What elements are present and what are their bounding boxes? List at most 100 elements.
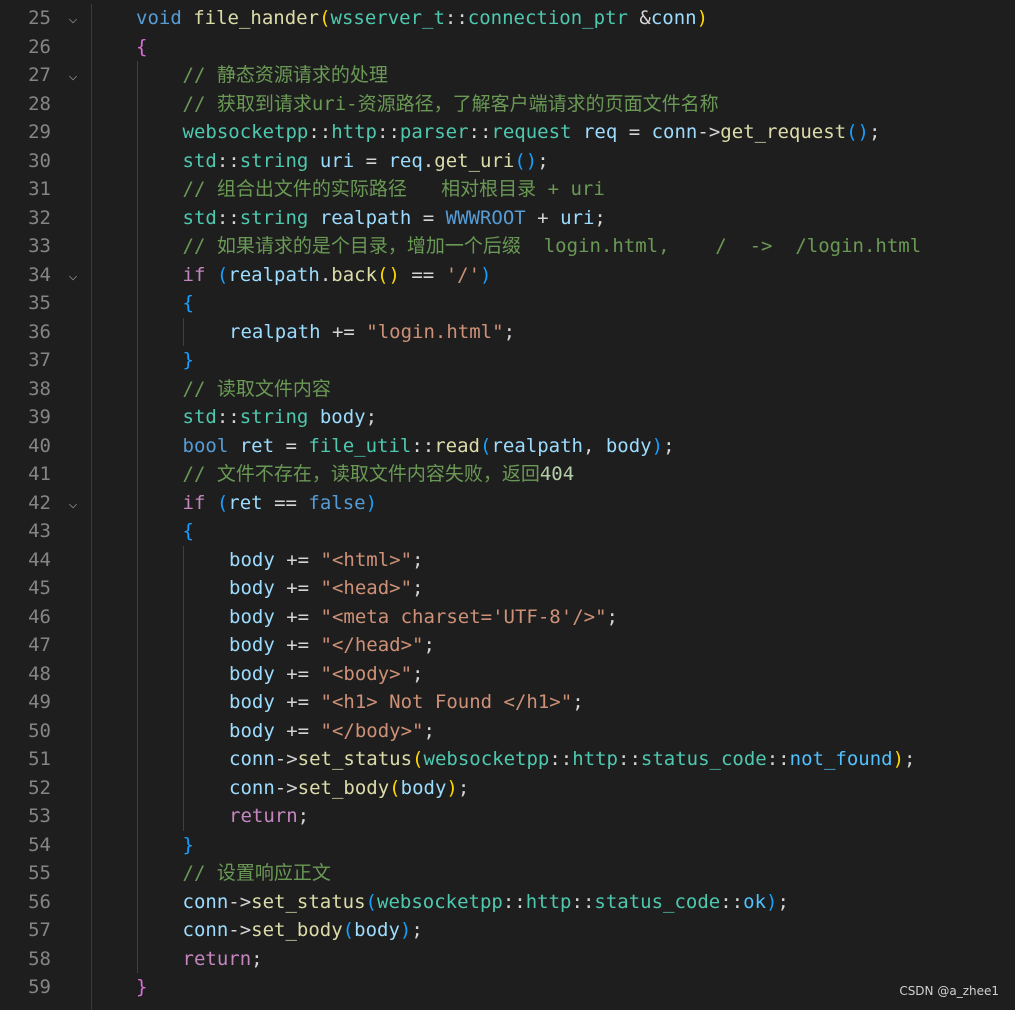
code-line[interactable]: 50 body += "</body>";	[0, 717, 1015, 746]
code-line[interactable]: 57 conn->set_body(body);	[0, 916, 1015, 945]
code-text[interactable]: // 读取文件内容	[183, 375, 331, 404]
code-token: conn	[650, 7, 697, 29]
code-text[interactable]: body += "<body>";	[229, 660, 424, 689]
code-line[interactable]: 48 body += "<body>";	[0, 660, 1015, 689]
code-text[interactable]: // 文件不存在，读取文件内容失败，返回404	[183, 460, 575, 489]
code-text[interactable]: body += "<meta charset='UTF-8'/>";	[229, 603, 618, 632]
code-line[interactable]: 46 body += "<meta charset='UTF-8'/>";	[0, 603, 1015, 632]
code-token: )	[365, 491, 378, 514]
code-line[interactable]: 44 body += "<html>";	[0, 546, 1015, 575]
code-token: '/'	[445, 263, 481, 286]
code-text[interactable]: {	[183, 289, 194, 318]
code-text[interactable]: // 设置响应正文	[183, 859, 331, 888]
code-token: WWWROOT	[445, 206, 526, 229]
code-line[interactable]: 41 // 文件不存在，读取文件内容失败，返回404	[0, 460, 1015, 489]
fold-chevron-icon[interactable]: ⌵	[63, 61, 83, 90]
code-line[interactable]: 54}	[0, 831, 1015, 860]
code-token: ::	[766, 748, 790, 770]
code-line[interactable]: 53 return;	[0, 802, 1015, 831]
code-line[interactable]: 37}	[0, 346, 1015, 375]
code-line[interactable]: 32 std::string realpath = WWWROOT + uri;	[0, 204, 1015, 233]
code-text[interactable]: std::string uri = req.get_uri();	[183, 147, 549, 176]
code-text[interactable]: std::string realpath = WWWROOT + uri;	[183, 204, 606, 233]
code-line[interactable]: 39 std::string body;	[0, 403, 1015, 432]
code-text[interactable]: // 组合出文件的实际路径 相对根目录 + uri	[183, 175, 605, 204]
code-text[interactable]: body += "</head>";	[229, 631, 435, 660]
code-token: std	[182, 149, 217, 172]
code-token: string	[239, 406, 309, 428]
code-line[interactable]: 47 body += "</head>";	[0, 631, 1015, 660]
code-line[interactable]: 51 conn->set_status(websocketpp::http::st…	[0, 745, 1015, 774]
code-line[interactable]: 45 body += "<head>";	[0, 574, 1015, 603]
code-text[interactable]: conn->set_status(websocketpp::http::stat…	[183, 888, 789, 917]
code-text[interactable]: // 静态资源请求的处理	[183, 61, 388, 90]
fold-chevron-icon[interactable]: ⌵	[63, 489, 83, 518]
code-line[interactable]: 40 bool ret = file_util::read(realpath, b…	[0, 432, 1015, 461]
code-token: ;	[423, 719, 435, 742]
code-token: ;	[503, 320, 516, 343]
code-line[interactable]: 38 // 读取文件内容	[0, 375, 1015, 404]
code-text[interactable]: // 如果请求的是个目录，增加一个后缀 login.html, / -> /lo…	[183, 232, 922, 261]
code-line[interactable]: 29 websocketpp::http::parser::request req…	[0, 118, 1015, 147]
code-line[interactable]: 52 conn->set_body(body);	[0, 774, 1015, 803]
code-token: "<body>"	[320, 662, 413, 685]
fold-chevron-icon[interactable]: ⌵	[63, 4, 83, 33]
code-text[interactable]: body += "<h1> Not Found </h1>";	[229, 688, 584, 717]
code-token: request	[491, 121, 572, 143]
code-line[interactable]: 31 // 组合出文件的实际路径 相对根目录 + uri	[0, 175, 1015, 204]
code-text[interactable]: conn->set_body(body);	[183, 916, 423, 945]
code-line[interactable]: 43 {	[0, 517, 1015, 546]
code-token: body	[605, 434, 652, 457]
line-number: 30	[28, 149, 51, 172]
code-line[interactable]: 36 realpath += "login.html";	[0, 318, 1015, 347]
code-text[interactable]: body += "</body>";	[229, 717, 435, 746]
code-line[interactable]: 55 // 设置响应正文	[0, 859, 1015, 888]
code-token: // 组合出文件的实际路径 相对根目录 + uri	[182, 178, 605, 200]
code-text[interactable]: std::string body;	[183, 403, 378, 432]
code-text[interactable]: {	[183, 517, 194, 546]
code-token: body	[229, 605, 275, 628]
code-line[interactable]: 33 // 如果请求的是个目录，增加一个后缀 login.html, / -> /…	[0, 232, 1015, 261]
code-text[interactable]: return;	[229, 802, 309, 831]
code-line[interactable]: 56 conn->set_status(websocketpp::http::st…	[0, 888, 1015, 917]
code-line[interactable]: 30 std::string uri = req.get_uri();	[0, 147, 1015, 176]
code-token: conn	[229, 776, 275, 799]
code-text[interactable]: conn->set_status(websocketpp::http::stat…	[229, 745, 915, 774]
code-line[interactable]: 49 body += "<h1> Not Found </h1>";	[0, 688, 1015, 717]
code-token: // 如果请求的是个目录，增加一个后缀 login.html, / -> /lo…	[182, 235, 922, 257]
code-line[interactable]: 34 ⌵ if (realpath.back() == '/')	[0, 261, 1015, 290]
code-token: http	[572, 748, 618, 770]
code-text[interactable]: if (ret == false)	[183, 489, 378, 518]
line-number: 59	[28, 976, 51, 998]
code-line[interactable]: 27 ⌵ // 静态资源请求的处理	[0, 61, 1015, 90]
code-text[interactable]: }	[136, 973, 147, 1002]
code-line[interactable]: 59}	[0, 973, 1015, 1002]
code-lines[interactable]: 25 ⌵ void file_hander(wsserver_t::connecti…	[0, 4, 1015, 1002]
code-text[interactable]: bool ret = file_util::read(realpath, bod…	[183, 432, 675, 461]
code-line[interactable]: 58 return;	[0, 945, 1015, 974]
code-line[interactable]: 26 {	[0, 33, 1015, 62]
code-text[interactable]: {	[136, 33, 147, 62]
code-text[interactable]: }	[183, 346, 194, 375]
code-text[interactable]: realpath += "login.html";	[229, 318, 515, 347]
code-text[interactable]: }	[183, 831, 194, 860]
code-text[interactable]: body += "<html>";	[229, 546, 424, 575]
code-token: ;	[412, 548, 424, 571]
code-token: "login.html"	[366, 320, 504, 343]
code-text[interactable]: // 获取到请求uri-资源路径，了解客户端请求的页面文件名称	[183, 90, 719, 119]
code-text[interactable]: return;	[183, 945, 263, 974]
code-text[interactable]: if (realpath.back() == '/')	[183, 261, 492, 290]
code-line[interactable]: 28 // 获取到请求uri-资源路径，了解客户端请求的页面文件名称	[0, 90, 1015, 119]
code-editor[interactable]: 25 ⌵ void file_hander(wsserver_t::connecti…	[0, 4, 1015, 1010]
code-text[interactable]: conn->set_body(body);	[229, 774, 469, 803]
code-line[interactable]: 25 ⌵ void file_hander(wsserver_t::connecti…	[0, 4, 1015, 33]
fold-chevron-icon[interactable]: ⌵	[63, 261, 83, 290]
code-text[interactable]: websocketpp::http::parser::request req =…	[183, 118, 881, 147]
code-line[interactable]: 42 ⌵ if (ret == false)	[0, 489, 1015, 518]
code-text[interactable]: void file_hander(wsserver_t::connection_…	[136, 4, 708, 33]
code-token: set_body	[297, 776, 390, 799]
code-line[interactable]: 35 {	[0, 289, 1015, 318]
code-text[interactable]: body += "<head>";	[229, 574, 424, 603]
